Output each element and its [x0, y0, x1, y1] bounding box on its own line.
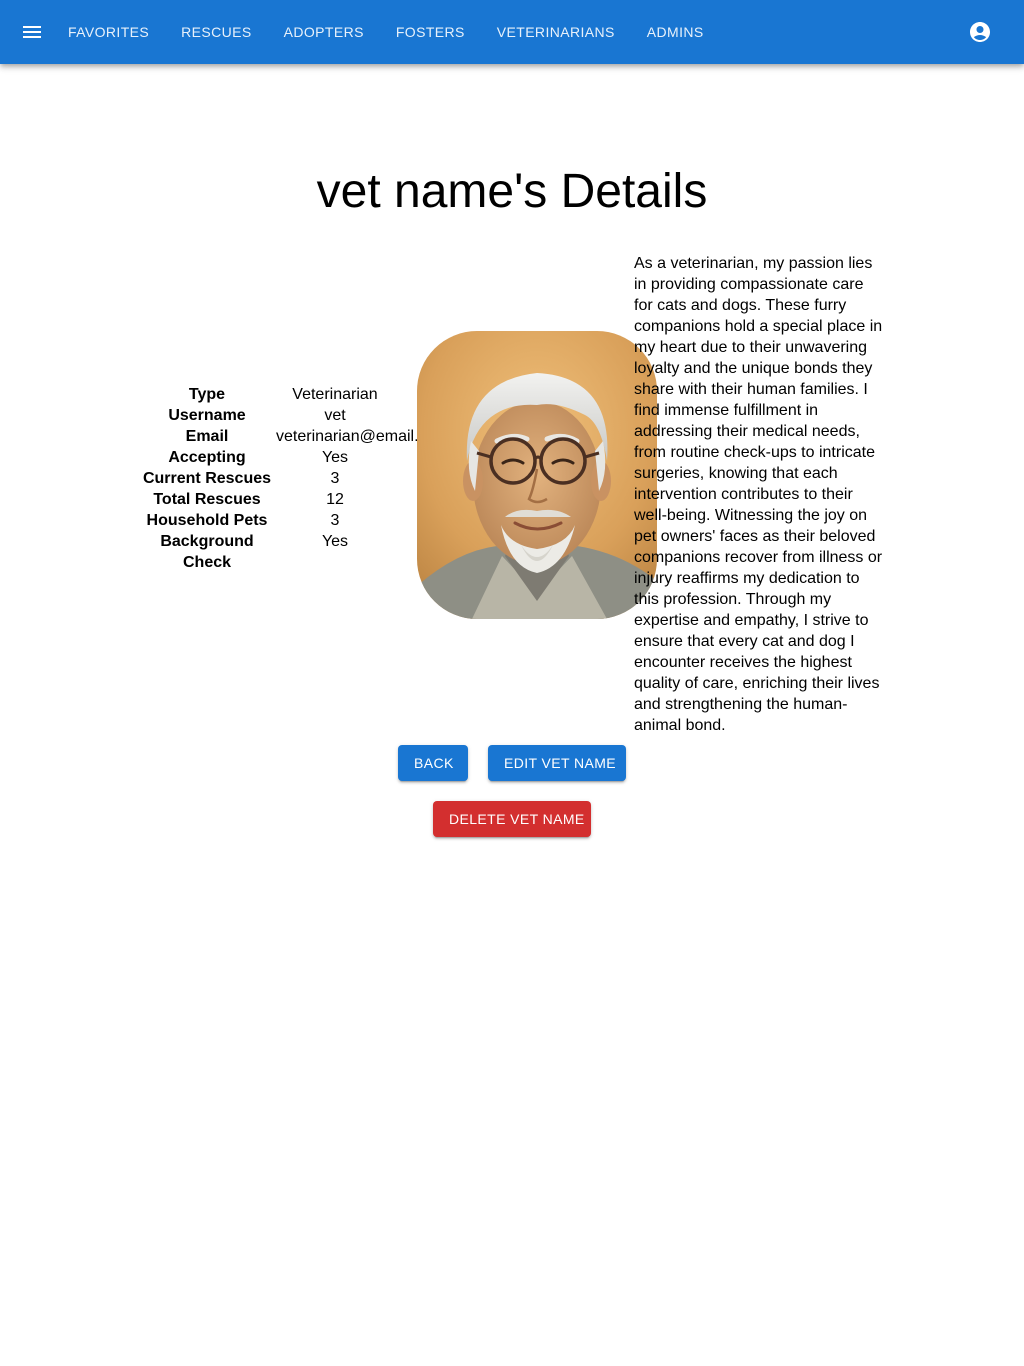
detail-label: Household Pets: [146, 512, 268, 529]
details-table: Type Veterinarian Username vet Email vet…: [140, 384, 449, 573]
edit-vet-button[interactable]: Edit vet name: [488, 745, 626, 781]
detail-row-accepting: Accepting Yes: [140, 447, 398, 468]
delete-vet-button[interactable]: Delete vet name: [433, 801, 591, 837]
detail-row-current-rescues: Current Rescues 3: [140, 468, 398, 489]
detail-row-username: Username vet: [140, 405, 398, 426]
account-circle-icon: [970, 22, 990, 42]
menu-button[interactable]: [16, 16, 48, 48]
detail-value: 12: [274, 489, 398, 510]
detail-row-email: Email veterinarian@email.com: [140, 426, 449, 447]
detail-label: Total Rescues: [153, 491, 261, 508]
account-button[interactable]: [964, 16, 996, 48]
background-check-value: Yes: [321, 533, 349, 550]
page-title: vet name's Details: [316, 165, 708, 218]
username-value: vet: [324, 407, 346, 424]
accepting-value: Yes: [321, 449, 349, 466]
nav-rescues[interactable]: Rescues: [165, 14, 267, 50]
total-rescues-value: 12: [326, 491, 344, 508]
vet-profile-photo: [417, 331, 657, 619]
detail-label: Accepting: [168, 449, 246, 466]
nav-fosters[interactable]: Fosters: [380, 14, 481, 50]
main-nav: Favorites Rescues Adopters Fosters Veter…: [52, 14, 720, 50]
detail-label: Email: [185, 428, 229, 445]
nav-favorites[interactable]: Favorites: [52, 14, 165, 50]
current-rescues-value: 3: [330, 470, 340, 487]
type-value: Veterinarian: [292, 386, 378, 403]
detail-label: Background Check: [160, 533, 254, 571]
detail-label: Current Rescues: [142, 470, 272, 487]
detail-value: 3: [274, 468, 398, 489]
household-pets-value: 3: [330, 512, 340, 529]
detail-value: veterinarian@email.com: [274, 426, 449, 447]
detail-row-household-pets: Household Pets 3: [140, 510, 398, 531]
detail-label: Username: [168, 407, 246, 424]
nav-adopters[interactable]: Adopters: [268, 14, 380, 50]
detail-row-total-rescues: Total Rescues 12: [140, 489, 398, 510]
detail-value: 3: [274, 510, 398, 531]
email-value: veterinarian@email.com: [276, 428, 449, 445]
vet-bio: As a veterinarian, my passion lies in pr…: [634, 255, 883, 734]
detail-value: Yes: [274, 531, 398, 573]
detail-row-background-check: Background Check Yes: [140, 531, 398, 573]
detail-row-type: Type Veterinarian: [140, 384, 398, 405]
detail-value: Veterinarian: [274, 384, 398, 405]
nav-admins[interactable]: Admins: [631, 14, 720, 50]
detail-value: Yes: [274, 447, 398, 468]
detail-value: vet: [274, 405, 398, 426]
menu-icon: [23, 26, 41, 38]
back-button[interactable]: Back: [398, 745, 468, 781]
app-bar: Favorites Rescues Adopters Fosters Veter…: [0, 0, 1024, 64]
detail-label: Type: [188, 386, 226, 403]
nav-veterinarians[interactable]: Veterinarians: [481, 14, 631, 50]
